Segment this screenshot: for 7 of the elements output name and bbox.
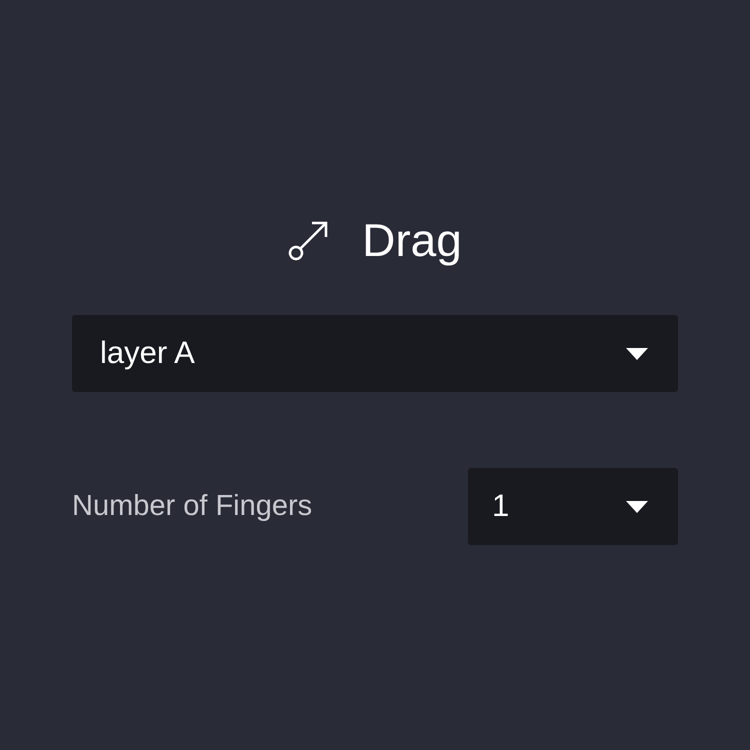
panel-title: Drag — [362, 217, 462, 263]
fingers-label: Number of Fingers — [72, 488, 312, 524]
caret-icon — [626, 500, 648, 512]
drag-arrow-icon — [288, 219, 330, 261]
layer-dropdown[interactable]: layer A — [72, 315, 678, 392]
caret-icon — [626, 348, 648, 360]
fingers-dropdown[interactable]: 1 — [468, 468, 678, 545]
